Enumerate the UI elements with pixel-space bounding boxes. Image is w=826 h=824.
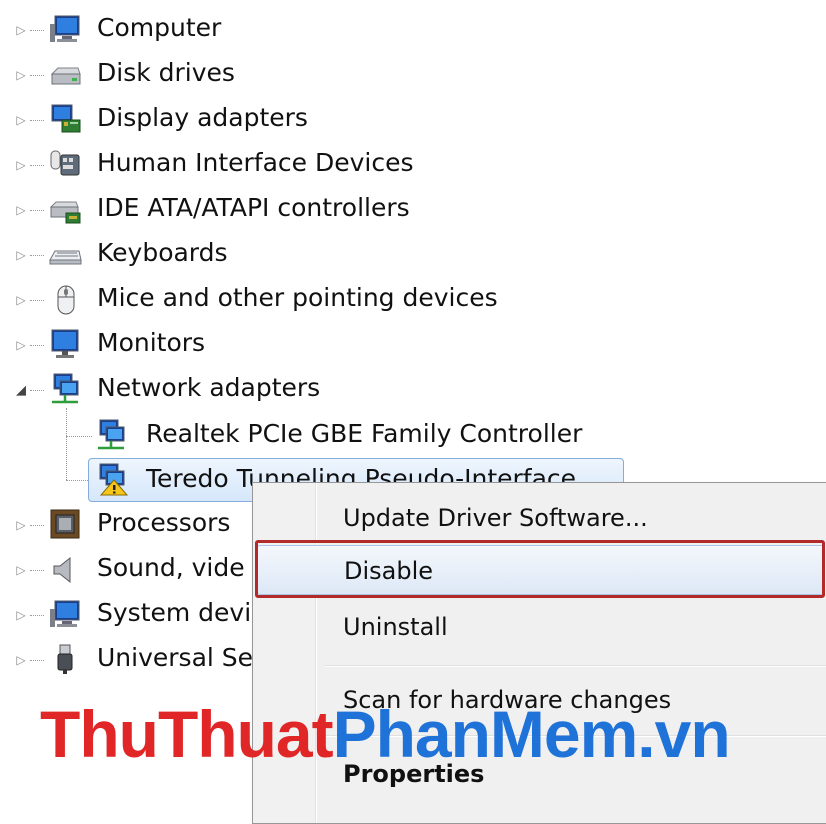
tree-item-display-adapters[interactable]: Display adapters (97, 101, 308, 135)
tree-item-human-interface-devices[interactable]: Human Interface Devices (97, 146, 414, 180)
menu-item-uninstall[interactable]: Uninstall (253, 602, 826, 652)
watermark-part1: ThuThuat (40, 697, 334, 771)
keyboard-icon (49, 250, 82, 265)
expand-arrow-icon[interactable]: ▷ (14, 518, 28, 532)
disk-drive-icon (50, 67, 81, 85)
tree-connector (30, 615, 44, 616)
watermark-logo: ThuThuatPhanMem.vn (40, 694, 731, 774)
tree-connector (66, 408, 67, 480)
tree-item-usb[interactable]: Universal Se (97, 641, 253, 675)
tree-connector (30, 660, 44, 661)
tree-item-keyboards[interactable]: Keyboards (97, 236, 228, 270)
ide-controller-icon (49, 201, 81, 224)
tree-item-realtek-controller[interactable]: Realtek PCIe GBE Family Controller (146, 417, 582, 451)
hid-icon (50, 150, 80, 176)
collapse-arrow-icon[interactable]: ◢ (14, 383, 28, 398)
tree-connector (30, 120, 44, 121)
expand-arrow-icon[interactable]: ▷ (14, 23, 28, 37)
watermark-part2: PhanMem.vn (332, 697, 731, 771)
menu-item-label: Update Driver Software... (343, 504, 648, 532)
computer-icon (50, 15, 80, 42)
tree-item-processors[interactable]: Processors (97, 506, 230, 540)
network-adapter-warning-icon (99, 463, 128, 496)
tree-connector (30, 30, 44, 31)
tree-item-monitors[interactable]: Monitors (97, 326, 205, 360)
expand-arrow-icon[interactable]: ▷ (14, 113, 28, 127)
tree-connector (30, 525, 44, 526)
expand-arrow-icon[interactable]: ▷ (14, 338, 28, 352)
network-adapter-icon (98, 419, 125, 450)
expand-arrow-icon[interactable]: ▷ (14, 248, 28, 262)
expand-arrow-icon[interactable]: ▷ (14, 653, 28, 667)
expand-arrow-icon[interactable]: ▷ (14, 608, 28, 622)
expand-arrow-icon[interactable]: ▷ (14, 293, 28, 307)
tree-connector (30, 300, 44, 301)
system-device-icon (50, 600, 80, 627)
display-adapter-icon (51, 104, 81, 133)
tree-connector (30, 75, 44, 76)
mouse-icon (57, 285, 75, 315)
tree-connector (30, 345, 44, 346)
monitor-icon (51, 329, 79, 358)
expand-arrow-icon[interactable]: ▷ (14, 68, 28, 82)
tree-item-sound[interactable]: Sound, vide (97, 551, 245, 585)
tree-connector (30, 255, 44, 256)
tree-item-network-adapters[interactable]: Network adapters (97, 371, 320, 405)
menu-item-update-driver[interactable]: Update Driver Software... (253, 493, 826, 543)
expand-arrow-icon[interactable]: ▷ (14, 563, 28, 577)
tree-connector (30, 390, 44, 391)
network-adapter-icon (52, 373, 79, 404)
tree-item-system-devices[interactable]: System devi (97, 596, 251, 630)
tree-item-computer[interactable]: Computer (97, 11, 221, 45)
tree-item-mice[interactable]: Mice and other pointing devices (97, 281, 498, 315)
expand-arrow-icon[interactable]: ▷ (14, 158, 28, 172)
tree-connector (30, 165, 44, 166)
menu-separator (325, 665, 826, 667)
annotation-highlight-box (255, 540, 825, 598)
processor-icon (50, 509, 80, 539)
tree-connector (66, 436, 92, 437)
tree-connector (30, 570, 44, 571)
expand-arrow-icon[interactable]: ▷ (14, 203, 28, 217)
tree-connector (30, 210, 44, 211)
speaker-icon (53, 556, 71, 584)
tree-item-disk-drives[interactable]: Disk drives (97, 56, 235, 90)
menu-item-label: Uninstall (343, 613, 448, 641)
usb-icon (57, 644, 73, 674)
tree-item-ide-controllers[interactable]: IDE ATA/ATAPI controllers (97, 191, 410, 225)
